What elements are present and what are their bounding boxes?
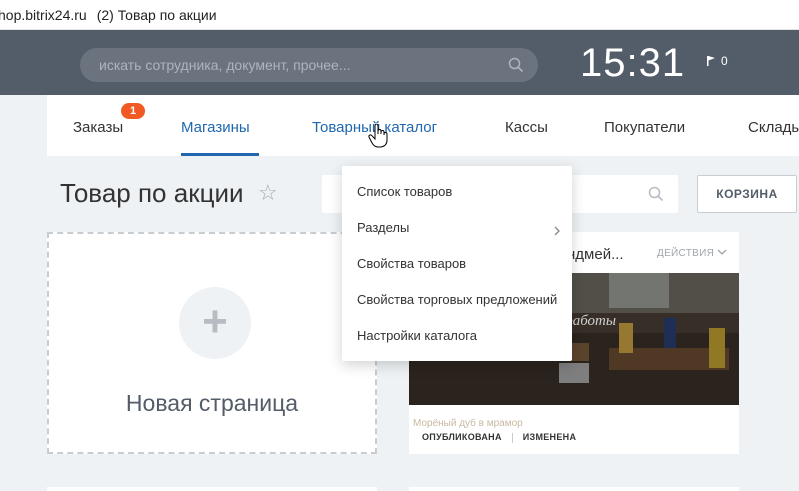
status-published: ОПУБЛИКОВАНА — [422, 432, 502, 442]
top-bar: искать сотрудника, документ, прочее... 1… — [0, 30, 799, 95]
hand-cursor-icon — [368, 123, 388, 153]
new-page-label: Новая страница — [125, 390, 299, 416]
search-icon[interactable] — [648, 186, 664, 207]
new-page-tile[interactable]: + Новая страница — [47, 232, 377, 454]
notifications-count: 0 — [721, 54, 728, 68]
plus-icon: + — [179, 287, 251, 359]
active-tab-underline — [181, 153, 259, 156]
nav-tab-warehouses[interactable]: Склады — [748, 119, 799, 136]
menu-item-offer-properties[interactable]: Свойства торговых предложений — [357, 292, 557, 307]
next-row-tile-left — [47, 487, 377, 491]
browser-title-bar: hop.bitrix24.ru (2) Товар по акции — [0, 0, 799, 30]
nav-tab-customers[interactable]: Покупатели — [604, 119, 685, 136]
search-icon[interactable] — [508, 57, 524, 76]
card-actions-button[interactable]: ДЕЙСТВИЯ — [657, 248, 727, 259]
card-caption: Морёный дуб в мрамор — [413, 418, 523, 429]
card-title: ндмей... — [567, 246, 624, 263]
menu-item-product-properties[interactable]: Свойства товаров — [357, 256, 466, 271]
chevron-down-icon — [717, 249, 727, 255]
top-nav: Заказы 1 Магазины Товарный каталог Кассы… — [47, 95, 799, 156]
nav-tab-cash-registers[interactable]: Кассы — [505, 119, 548, 136]
browser-tab-title: (2) Товар по акции — [96, 6, 217, 23]
menu-item-sections[interactable]: Разделы — [357, 220, 409, 235]
orders-badge: 1 — [121, 103, 145, 119]
next-row-tile-right — [409, 487, 739, 491]
clock: 15:31 — [580, 41, 686, 85]
search-placeholder: искать сотрудника, документ, прочее... — [99, 57, 351, 73]
search-input[interactable]: искать сотрудника, документ, прочее... — [80, 48, 538, 82]
card-status: ОПУБЛИКОВАНА ИЗМЕНЕНА — [422, 432, 576, 443]
nav-tab-shops[interactable]: Магазины — [181, 119, 250, 136]
cart-button[interactable]: КОРЗИНА — [697, 175, 797, 213]
chevron-right-icon — [554, 223, 560, 241]
flag-icon — [707, 56, 715, 66]
nav-tab-orders[interactable]: Заказы — [73, 119, 123, 136]
menu-item-catalog-settings[interactable]: Настройки каталога — [357, 328, 477, 343]
notifications[interactable]: 0 — [707, 54, 728, 68]
browser-url: hop.bitrix24.ru — [0, 6, 87, 23]
catalog-dropdown-menu: Список товаров Разделы Свойства товаров … — [342, 166, 572, 361]
page-title: Товар по акции — [60, 178, 244, 208]
menu-item-product-list[interactable]: Список товаров — [357, 184, 452, 199]
status-modified: ИЗМЕНЕНА — [522, 432, 577, 442]
favorite-star-icon[interactable]: ☆ — [258, 180, 278, 206]
